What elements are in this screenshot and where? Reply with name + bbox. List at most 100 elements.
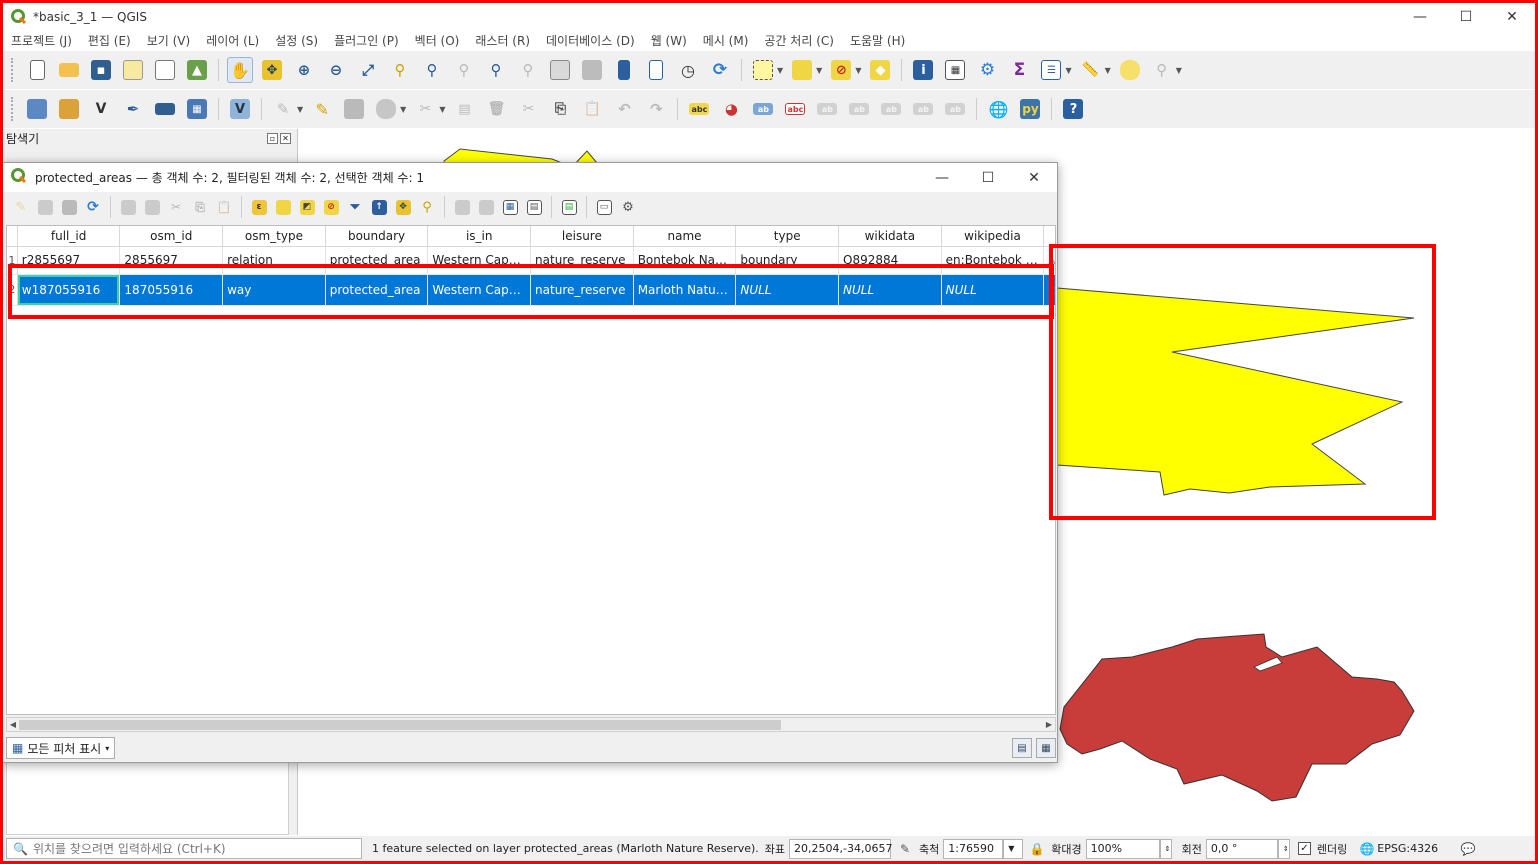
new-project-icon[interactable]: [24, 57, 50, 83]
paste-features-icon[interactable]: 📋: [579, 96, 605, 122]
table-cell[interactable]: protected_area: [325, 274, 429, 306]
zoom-full-icon[interactable]: ⤢: [355, 57, 381, 83]
table-cell[interactable]: nature_reserve: [530, 246, 634, 275]
column-header[interactable]: lar: [1043, 226, 1055, 247]
table-cell[interactable]: 2855697: [119, 246, 224, 275]
menu-vector[interactable]: 벡터 (O): [407, 32, 468, 49]
menu-project[interactable]: 프로젝트 (J): [3, 32, 80, 49]
save-edits-icon[interactable]: [341, 96, 367, 122]
crs-label[interactable]: EPSG:4326: [1377, 842, 1438, 855]
invert-selection-icon[interactable]: ◩: [297, 197, 317, 217]
header-corner[interactable]: [7, 226, 18, 247]
table-cell[interactable]: r2855697: [17, 246, 121, 275]
menu-plugins[interactable]: 플러그인 (P): [326, 32, 407, 49]
column-header[interactable]: is_in: [427, 226, 532, 247]
multi-edit-icon[interactable]: [35, 197, 55, 217]
table-cell[interactable]: way: [222, 274, 326, 306]
layout-manager-icon[interactable]: [152, 57, 178, 83]
close-button[interactable]: ✕: [1489, 3, 1535, 30]
rotation-field[interactable]: 0,0 °: [1205, 838, 1278, 859]
pan-map-icon[interactable]: ✋: [227, 57, 253, 83]
style-manager-icon[interactable]: ▲: [184, 57, 210, 83]
zoom-native-icon[interactable]: ⚲: [451, 57, 477, 83]
attribute-toolbar-icon[interactable]: ☰: [1038, 57, 1064, 83]
table-view-icon[interactable]: ▦: [1036, 738, 1056, 758]
open-attribute-table-icon[interactable]: ▦: [942, 57, 968, 83]
paste-icon[interactable]: 📋: [214, 197, 234, 217]
table-cell[interactable]: en:Bontebok N...: [941, 246, 1045, 275]
show-hide-labels-icon[interactable]: abc: [782, 96, 808, 122]
table-cell[interactable]: Bontebok Nati...: [633, 246, 737, 275]
scrollbar-thumb[interactable]: [19, 720, 781, 730]
table-cell[interactable]: boundary: [735, 246, 840, 275]
render-checkbox[interactable]: ✓: [1297, 842, 1311, 855]
open-project-icon[interactable]: [56, 57, 82, 83]
float-panel-icon[interactable]: ▫: [267, 132, 278, 144]
refresh-icon[interactable]: ⟳: [707, 57, 733, 83]
table-cell-current[interactable]: w187055916: [17, 274, 121, 306]
table-row-selected[interactable]: 2 w187055916 187055916 way protected_are…: [7, 274, 1055, 306]
menu-mesh[interactable]: 메시 (M): [695, 32, 757, 49]
close-panel-icon[interactable]: ✕: [280, 132, 291, 144]
zoom-to-layer-icon[interactable]: ⚲: [419, 57, 445, 83]
table-cell[interactable]: protected_area: [325, 246, 429, 275]
processing-toolbox-icon[interactable]: ⚙: [974, 57, 1000, 83]
toggle-editing-icon[interactable]: ✎: [309, 96, 335, 122]
table-cell[interactable]: Western Cape, ...: [427, 274, 532, 306]
toolbar-grip[interactable]: [11, 58, 15, 82]
menu-web[interactable]: 웹 (W): [643, 32, 695, 49]
label-properties-icon[interactable]: ab: [910, 96, 936, 122]
table-cell[interactable]: 187055916: [119, 274, 224, 306]
identify-features-icon[interactable]: i: [910, 57, 936, 83]
menu-help[interactable]: 도움말 (H): [842, 32, 913, 49]
move-label-icon[interactable]: ab: [814, 96, 840, 122]
help-icon[interactable]: ?: [1060, 96, 1086, 122]
new-shapefile-icon[interactable]: V: [88, 96, 114, 122]
save-edits-icon[interactable]: [59, 197, 79, 217]
table-cell[interactable]: relation: [222, 246, 326, 275]
zoom-to-selected-icon[interactable]: ⚲: [417, 197, 437, 217]
scale-field[interactable]: 1:76590: [943, 838, 1004, 859]
web-plugin-icon[interactable]: 🌐: [985, 96, 1011, 122]
select-by-expression-icon[interactable]: ε: [249, 197, 269, 217]
python-console-icon[interactable]: py: [1017, 96, 1043, 122]
select-all-icon[interactable]: [273, 197, 293, 217]
magnifier-field[interactable]: 100%: [1085, 838, 1160, 859]
reload-table-icon[interactable]: ⟳: [83, 197, 103, 217]
coordinate-field[interactable]: 20,2504,-34,0657: [789, 838, 893, 859]
extents-toggle-icon[interactable]: ✎: [897, 841, 913, 857]
layer-diagram-icon[interactable]: ◕: [718, 96, 744, 122]
temporal-controller-icon[interactable]: ◷: [675, 57, 701, 83]
current-edits-icon[interactable]: ✎: [270, 96, 296, 122]
column-header[interactable]: osm_id: [119, 226, 224, 247]
lock-icon[interactable]: 🔒: [1029, 841, 1045, 857]
toolbar-grip-2[interactable]: [11, 97, 15, 121]
table-cell[interactable]: conser: [1043, 274, 1055, 306]
new-geopackage-icon[interactable]: [56, 96, 82, 122]
table-cell[interactable]: NULL: [838, 274, 942, 306]
save-project-icon[interactable]: ▪: [88, 57, 114, 83]
row-number[interactable]: 2: [7, 274, 18, 306]
table-cell[interactable]: nature_reserve: [530, 274, 634, 306]
menu-raster[interactable]: 래스터 (R): [467, 32, 538, 49]
horizontal-scrollbar[interactable]: ◀ ▶: [6, 717, 1056, 732]
zoom-next-icon[interactable]: ⚲: [515, 57, 541, 83]
column-header[interactable]: type: [735, 226, 840, 247]
form-view-icon[interactable]: ▤: [1012, 738, 1032, 758]
column-header[interactable]: osm_type: [222, 226, 326, 247]
zoom-in-icon[interactable]: ⊕: [291, 57, 317, 83]
map-tips-icon[interactable]: [1117, 57, 1143, 83]
select-by-value-icon[interactable]: [789, 57, 815, 83]
locator-input[interactable]: 🔍 위치를 찾으려면 입력하세요 (Ctrl+K): [6, 838, 362, 859]
scroll-right-icon[interactable]: ▶: [1043, 718, 1055, 731]
table-row[interactable]: 1 r2855697 2855697 relation protected_ar…: [7, 246, 1055, 275]
actions-icon[interactable]: ⚙: [618, 197, 638, 217]
scale-dropdown-icon[interactable]: ▼: [1003, 838, 1024, 859]
dialog-maximize-button[interactable]: ☐: [965, 163, 1011, 192]
menu-view[interactable]: 보기 (V): [139, 32, 198, 49]
dialog-close-button[interactable]: ✕: [1011, 163, 1057, 192]
dock-table-icon[interactable]: ▭: [594, 197, 614, 217]
delete-field-icon[interactable]: [476, 197, 496, 217]
filter-select-icon[interactable]: ⏷: [345, 197, 365, 217]
crs-globe-icon[interactable]: 🌐: [1359, 841, 1375, 857]
